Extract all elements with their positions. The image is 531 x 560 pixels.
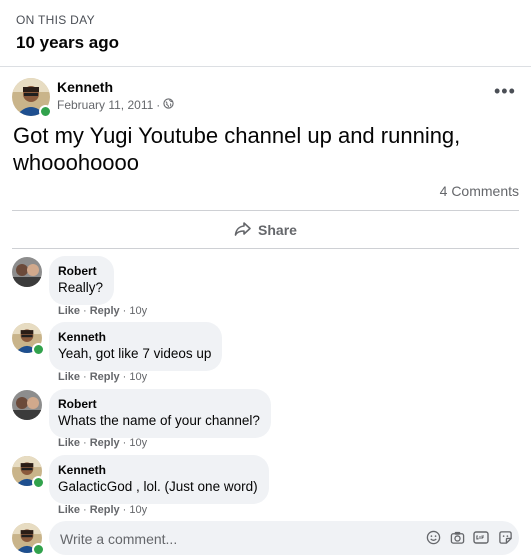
comment-bubble: Robert Whats the name of your channel? — [49, 389, 271, 438]
commenter-avatar[interactable] — [12, 456, 45, 489]
action-separator: · — [83, 437, 87, 449]
comment-actions: Like · Reply · 10y — [58, 305, 147, 317]
commenter-avatar[interactable] — [12, 323, 45, 356]
action-separator: · — [122, 371, 127, 383]
online-status-icon — [32, 543, 45, 556]
comment-age[interactable]: 10y — [129, 305, 147, 317]
share-label: Share — [258, 222, 297, 238]
post-text: Got my Yugi Youtube channel up and runni… — [13, 123, 461, 175]
comment-bubble: Kenneth GalacticGod , lol. (Just one wor… — [49, 455, 269, 504]
commenter-avatar[interactable] — [12, 257, 42, 287]
more-options-icon[interactable]: ••• — [494, 82, 516, 100]
reply-button[interactable]: Reply — [90, 305, 120, 317]
comment-author[interactable]: Kenneth — [58, 463, 258, 478]
online-status-icon — [39, 105, 52, 118]
divider — [12, 248, 519, 249]
comment-age[interactable]: 10y — [129, 437, 147, 449]
comment-author[interactable]: Kenneth — [58, 330, 211, 345]
comment-input[interactable] — [58, 521, 412, 557]
post-date[interactable]: February 11, 2011 — [57, 98, 153, 112]
online-status-icon — [32, 476, 45, 489]
reply-button[interactable]: Reply — [90, 437, 120, 449]
like-button[interactable]: Like — [58, 437, 80, 449]
comment-text: Whats the name of your channel? — [58, 413, 260, 428]
comment-author[interactable]: Robert — [58, 264, 103, 279]
divider — [12, 210, 519, 211]
like-button[interactable]: Like — [58, 504, 80, 516]
gif-icon[interactable] — [473, 529, 489, 545]
comment-actions: Like · Reply · 10y — [58, 371, 147, 383]
online-status-icon — [32, 343, 45, 356]
comment-age[interactable]: 10y — [129, 504, 147, 516]
post-author-name[interactable]: Kenneth — [57, 79, 113, 95]
comment-author[interactable]: Robert — [58, 397, 260, 412]
reply-button[interactable]: Reply — [90, 504, 120, 516]
memory-header: ON THIS DAY 10 years ago — [0, 0, 531, 67]
action-separator: · — [83, 504, 87, 516]
comment-composer — [49, 521, 519, 557]
comment-bubble: Kenneth Yeah, got like 7 videos up — [49, 322, 223, 371]
composer-avatar — [12, 523, 45, 556]
action-separator: · — [122, 305, 127, 317]
comment-age[interactable]: 10y — [129, 371, 147, 383]
comments-count[interactable]: 4 Comments — [440, 183, 519, 199]
memory-eyebrow: ON THIS DAY — [16, 13, 95, 27]
camera-icon[interactable] — [449, 529, 465, 545]
comment-bubble: Robert Really? — [49, 256, 115, 305]
comment-actions: Like · Reply · 10y — [58, 504, 147, 516]
action-separator: · — [83, 305, 87, 317]
comment-text: Really? — [58, 280, 104, 295]
like-button[interactable]: Like — [58, 305, 80, 317]
sticker-icon[interactable] — [497, 529, 513, 545]
comment-text: GalacticGod , lol. (Just one word) — [58, 479, 258, 494]
share-icon — [234, 221, 252, 240]
post-meta-separator: · — [156, 98, 161, 112]
share-button[interactable]: Share — [0, 212, 531, 248]
comment-text: Yeah, got like 7 videos up — [58, 346, 212, 361]
post-author-avatar[interactable] — [12, 78, 52, 118]
action-separator: · — [122, 504, 127, 516]
like-button[interactable]: Like — [58, 371, 80, 383]
action-separator: · — [83, 371, 87, 383]
action-separator: · — [122, 437, 127, 449]
emoji-icon[interactable] — [425, 529, 441, 545]
comment-actions: Like · Reply · 10y — [58, 437, 147, 449]
commenter-avatar[interactable] — [12, 390, 42, 420]
globe-icon — [163, 98, 174, 112]
post-meta: February 11, 2011 · — [57, 98, 174, 112]
reply-button[interactable]: Reply — [90, 371, 120, 383]
memory-title: 10 years ago — [16, 33, 120, 52]
